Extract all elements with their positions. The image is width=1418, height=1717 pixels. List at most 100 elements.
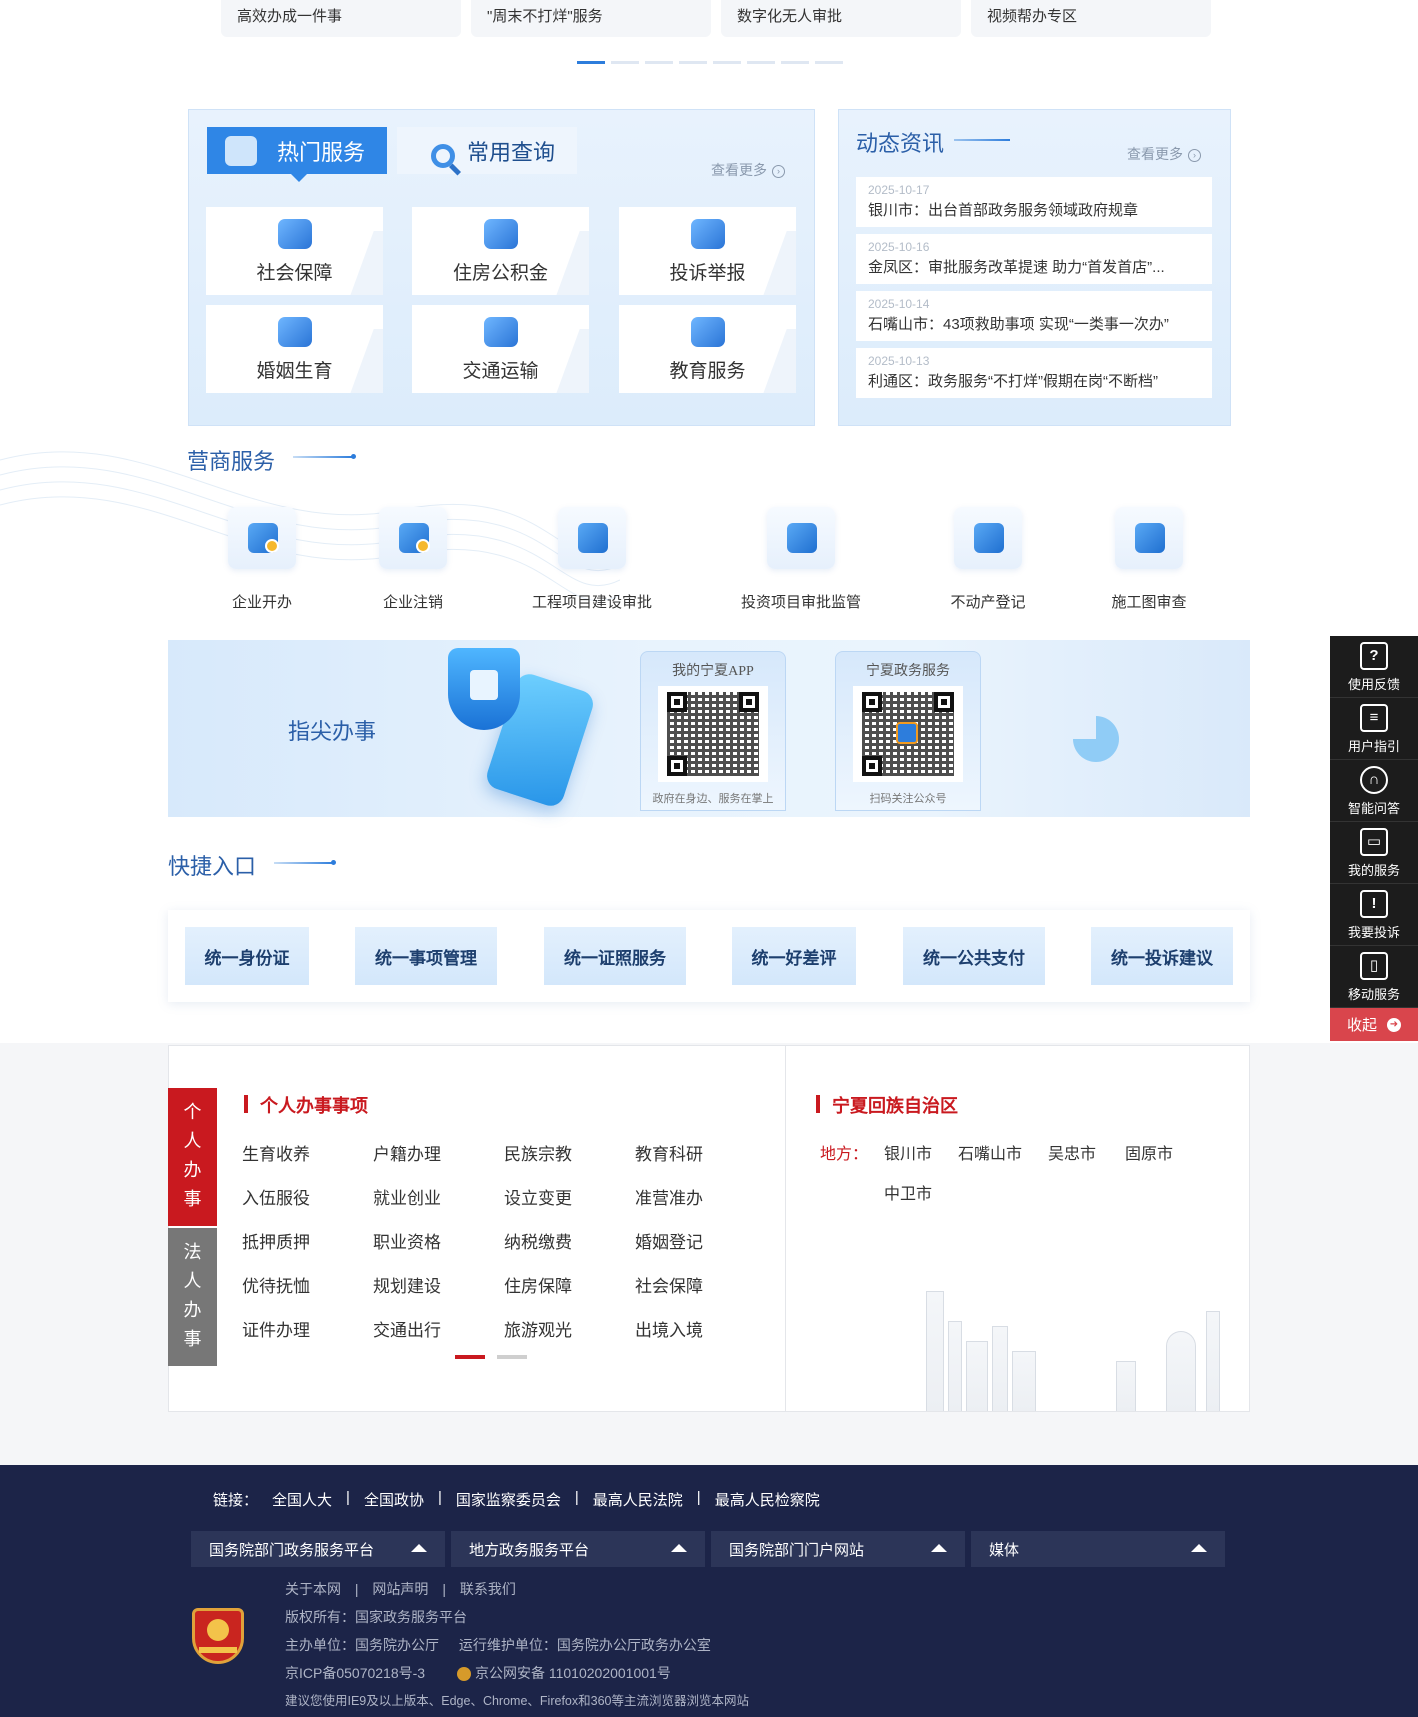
biz-item[interactable]: 不动产登记	[913, 507, 1063, 612]
carousel-dot[interactable]	[577, 61, 605, 64]
carousel-card[interactable]: 高效办成一件事	[221, 0, 461, 37]
matter-link[interactable]: 民族宗教	[504, 1140, 635, 1165]
party-gov-emblem-icon[interactable]	[192, 1608, 244, 1664]
carousel-card[interactable]: 视频帮办专区	[971, 0, 1211, 37]
news-item[interactable]: 2025-10-13 利通区：政务服务“不打烊”假期在岗“不断档”	[856, 348, 1212, 398]
footer-link[interactable]: 国家监察委员会	[456, 1489, 561, 1510]
quick-entry-button[interactable]: 统一身份证	[185, 927, 309, 985]
service-tile[interactable]: 交通运输	[412, 305, 589, 393]
carousel-dot[interactable]	[747, 61, 775, 64]
quick-entry-button[interactable]: 统一证照服务	[544, 927, 686, 985]
page-dot[interactable]	[497, 1355, 527, 1359]
police-record-link[interactable]: 京公网安备 11010202001001号	[475, 1665, 671, 1681]
footer-link[interactable]: 全国人大	[272, 1489, 332, 1510]
footer-link[interactable]: 最高人民检察院	[715, 1489, 820, 1510]
statement-link[interactable]: 网站声明	[372, 1581, 428, 1597]
matter-link[interactable]: 户籍办理	[373, 1140, 504, 1165]
tab-personal-matters[interactable]: 个 人 办 事	[168, 1088, 217, 1226]
contact-link[interactable]: 联系我们	[460, 1581, 516, 1597]
matter-link[interactable]: 职业资格	[373, 1228, 504, 1253]
matter-link[interactable]: 准营准办	[635, 1184, 766, 1209]
page-dot[interactable]	[455, 1355, 485, 1359]
biz-item[interactable]: 投资项目审批监管	[726, 507, 876, 612]
tab-common-query[interactable]: 常用查询	[397, 127, 577, 174]
news-item[interactable]: 2025-10-16 金凤区：审批服务改革提速 助力“首发首店”...	[856, 234, 1212, 284]
dropdown-dept-portals[interactable]: 国务院部门门户网站	[711, 1531, 965, 1567]
app-qr-card[interactable]: 我的宁夏APP 政府在身边、服务在掌上	[640, 651, 786, 811]
more-label: 查看更多	[1127, 146, 1183, 162]
news-headline: 金凤区：审批服务改革提速 助力“首发首店”...	[868, 259, 1165, 276]
carousel-dot[interactable]	[781, 61, 809, 64]
about-link[interactable]: 关于本网	[285, 1581, 341, 1597]
biz-item[interactable]: 工程项目建设审批	[517, 507, 667, 612]
matter-link[interactable]: 旅游观光	[504, 1316, 635, 1341]
matter-link[interactable]: 社会保障	[635, 1272, 766, 1297]
carousel-dot[interactable]	[679, 61, 707, 64]
qr-caption: 政府在身边、服务在掌上	[652, 793, 774, 805]
biz-item[interactable]: 施工图审查	[1074, 507, 1224, 612]
quick-entry-button[interactable]: 统一好差评	[732, 927, 856, 985]
carousel-card[interactable]: "周末不打烊"服务	[471, 0, 711, 37]
matter-link[interactable]: 规划建设	[373, 1272, 504, 1297]
news-more-link[interactable]: 查看更多 ›	[1127, 144, 1201, 164]
service-tile[interactable]: 教育服务	[619, 305, 796, 393]
dropdown-gov-departments[interactable]: 国务院部门政务服务平台	[191, 1531, 445, 1567]
matter-link[interactable]: 就业创业	[373, 1184, 504, 1209]
matter-link[interactable]: 设立变更	[504, 1184, 635, 1209]
feedback-button[interactable]: ? 使用反馈	[1330, 636, 1418, 698]
matter-link[interactable]: 出境入境	[635, 1316, 766, 1341]
quick-entry-button[interactable]: 统一投诉建议	[1091, 927, 1233, 985]
biz-item[interactable]: 企业开办	[187, 507, 337, 612]
collapse-button[interactable]: 收起 ➜	[1330, 1008, 1418, 1041]
service-tile[interactable]: 住房公积金	[412, 207, 589, 295]
footer-link[interactable]: 全国政协	[364, 1489, 424, 1510]
carousel-card[interactable]: 数字化无人审批	[721, 0, 961, 37]
biz-item[interactable]: 企业注销	[338, 507, 488, 612]
place-link[interactable]: 吴忠市	[1048, 1140, 1096, 1164]
my-services-button[interactable]: ▭ 我的服务	[1330, 822, 1418, 884]
guide-button[interactable]: ≡ 用户指引	[1330, 698, 1418, 760]
more-label: 查看更多	[711, 162, 767, 178]
matter-link[interactable]: 教育科研	[635, 1140, 766, 1165]
dropdown-local-gov[interactable]: 地方政务服务平台	[451, 1531, 705, 1567]
matter-link[interactable]: 优待抚恤	[242, 1272, 373, 1297]
matter-link[interactable]: 生育收养	[242, 1140, 373, 1165]
hot-more-link[interactable]: 查看更多 ›	[711, 160, 785, 180]
carousel-dot[interactable]	[713, 61, 741, 64]
quick-entry-button[interactable]: 统一公共支付	[903, 927, 1045, 985]
place-link[interactable]: 固原市	[1125, 1140, 1173, 1164]
carousel-dot[interactable]	[815, 61, 843, 64]
quick-entry-button[interactable]: 统一事项管理	[355, 927, 497, 985]
matter-link[interactable]: 证件办理	[242, 1316, 373, 1341]
carousel-dot[interactable]	[611, 61, 639, 64]
tab-hot-services[interactable]: 热门服务	[207, 127, 387, 182]
tab-legal-matters[interactable]: 法 人 办 事	[168, 1228, 217, 1366]
police-badge-icon	[456, 1667, 471, 1682]
complaint-button[interactable]: ! 我要投诉	[1330, 884, 1418, 946]
footer-link[interactable]: 最高人民法院	[593, 1489, 683, 1510]
matter-link[interactable]: 交通出行	[373, 1316, 504, 1341]
place-link[interactable]: 中卫市	[884, 1180, 932, 1204]
news-item[interactable]: 2025-10-17 银川市：出台首部政务服务领域政府规章	[856, 177, 1212, 227]
dropdown-media[interactable]: 媒体	[971, 1531, 1225, 1567]
matter-link[interactable]: 抵押质押	[242, 1228, 373, 1253]
service-label: 投诉举报	[669, 263, 746, 284]
news-item[interactable]: 2025-10-14 石嘴山市：43项救助事项 实现“一类事一次办”	[856, 291, 1212, 341]
matter-link[interactable]: 住房保障	[504, 1272, 635, 1297]
matter-link[interactable]: 入伍服役	[242, 1184, 373, 1209]
section-title-quick: 快捷入口	[168, 854, 257, 879]
carousel-dot[interactable]	[645, 61, 673, 64]
matter-link[interactable]: 纳税缴费	[504, 1228, 635, 1253]
service-tile[interactable]: 婚姻生育	[206, 305, 383, 393]
gov-qr-card[interactable]: 宁夏政务服务 扫码关注公众号	[835, 651, 981, 811]
qr-title: 宁夏政务服务	[866, 664, 950, 679]
place-link[interactable]: 石嘴山市	[958, 1140, 1022, 1164]
mobile-service-button[interactable]: ▯ 移动服务	[1330, 946, 1418, 1008]
service-tile[interactable]: 社会保障	[206, 207, 383, 295]
qa-button[interactable]: ∩ 智能问答	[1330, 760, 1418, 822]
service-tile[interactable]: 投诉举报	[619, 207, 796, 295]
real-estate-icon	[954, 507, 1022, 569]
place-link[interactable]: 银川市	[884, 1140, 932, 1164]
icp-link[interactable]: 京ICP备05070218号-3	[285, 1665, 425, 1681]
matter-link[interactable]: 婚姻登记	[635, 1228, 766, 1253]
